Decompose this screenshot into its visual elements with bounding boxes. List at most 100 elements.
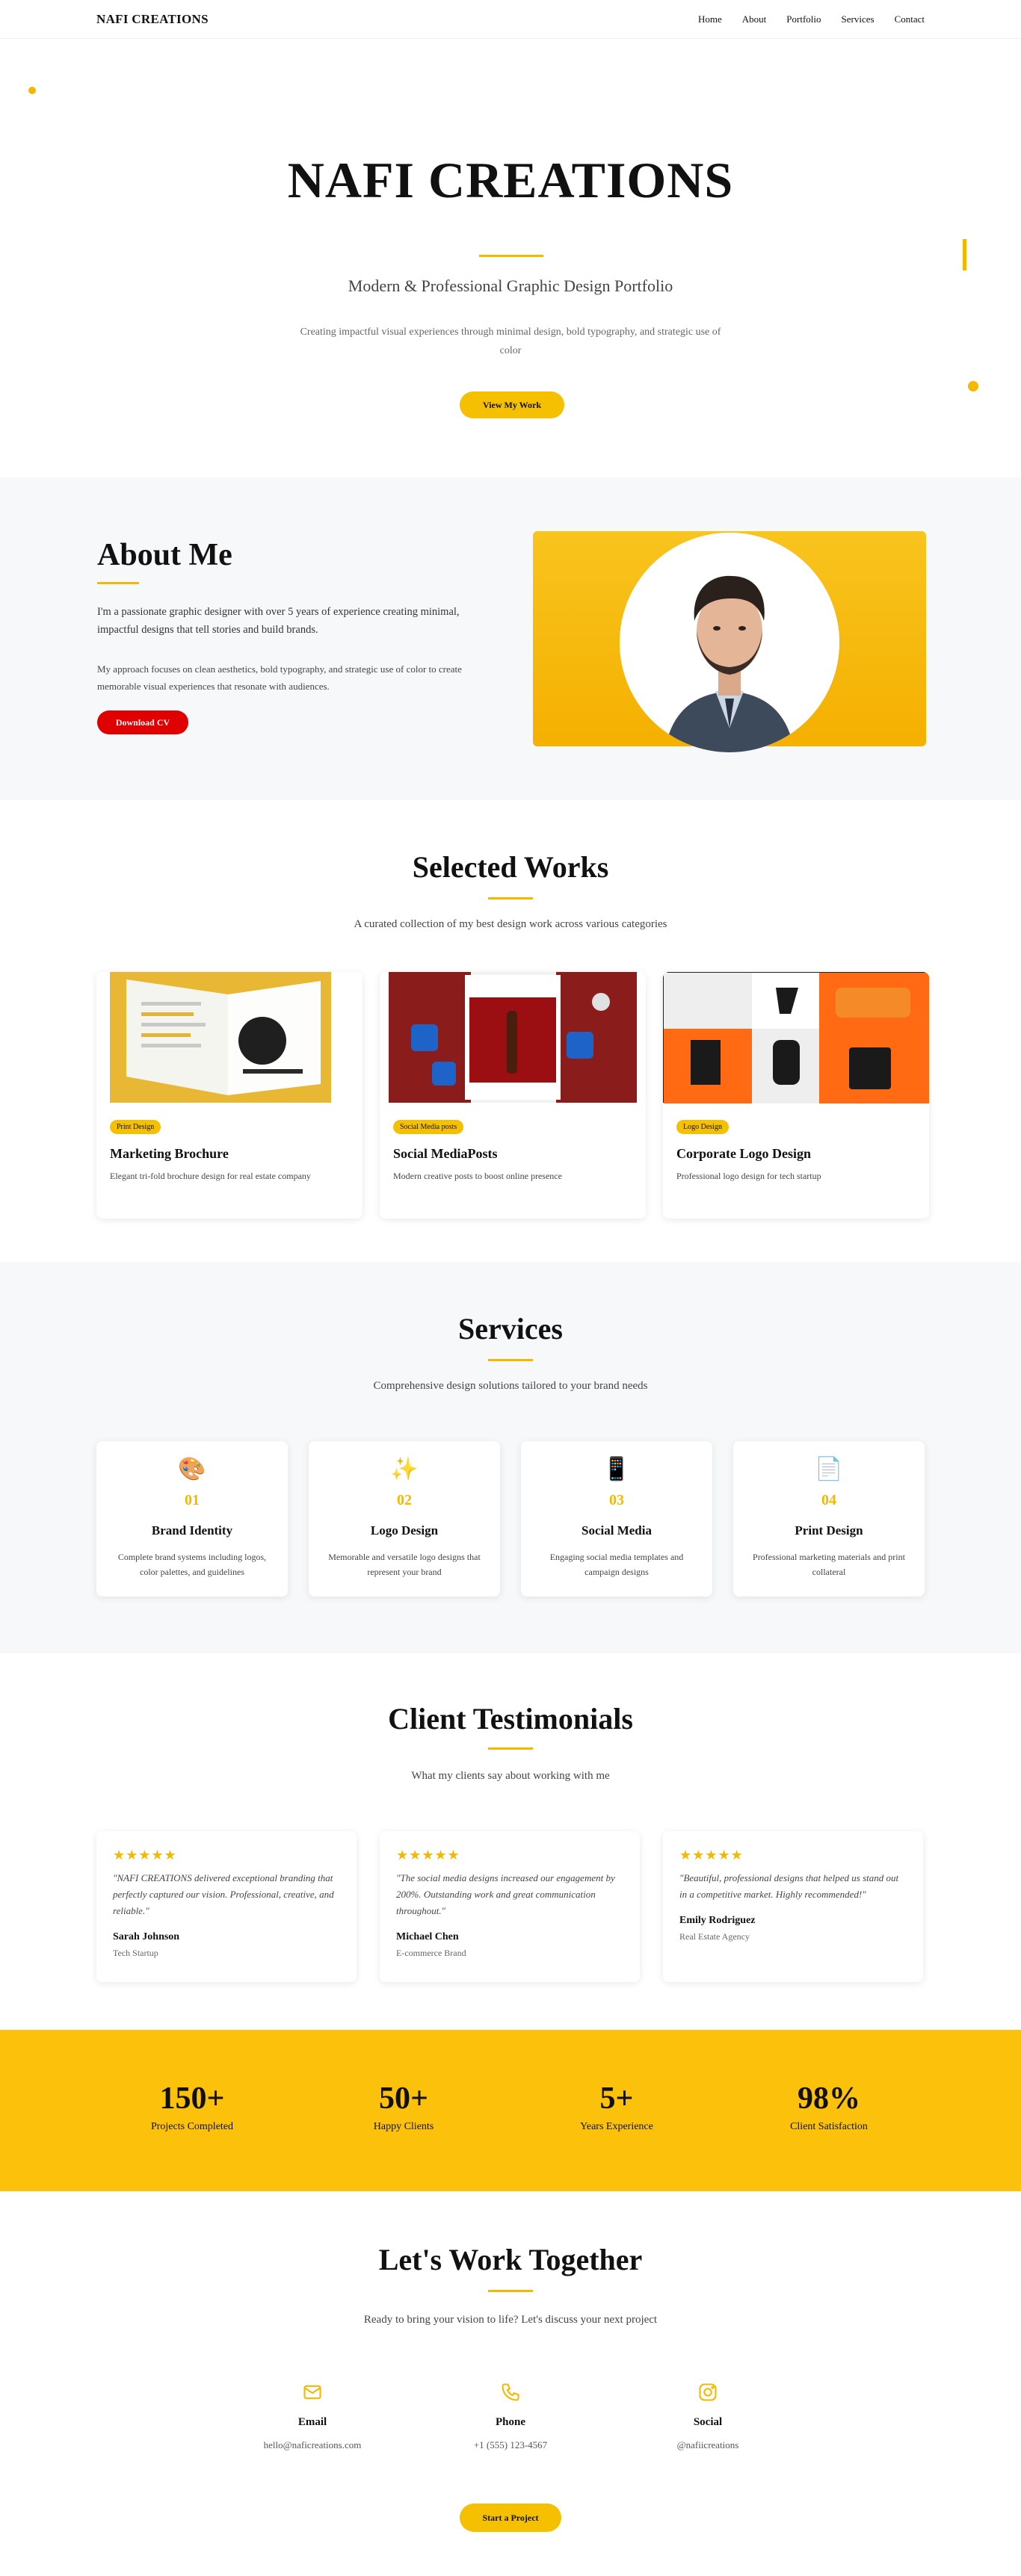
title-underline	[479, 255, 543, 257]
work-title: Corporate Logo Design	[676, 1146, 811, 1161]
section-title: Services	[458, 1312, 563, 1346]
testimonial-card: ★★★★★ "Beautiful, professional designs t…	[663, 1831, 923, 1982]
about-paragraph: My approach focuses on clean aesthetics,…	[97, 663, 462, 692]
profile-photo-card	[533, 531, 926, 752]
section-subtitle: A curated collection of my best design w…	[354, 918, 667, 930]
stats-section: 150+ Projects Completed 50+ Happy Client…	[0, 2030, 1021, 2191]
about-section: About Me I'm a passionate graphic design…	[0, 477, 1021, 800]
decor-dot	[968, 381, 978, 391]
services-section: Services Comprehensive design solutions …	[0, 1262, 1021, 1653]
about-title: About Me	[97, 538, 232, 572]
download-cv-button[interactable]: Download CV	[97, 710, 188, 734]
document-icon: 📄	[815, 1457, 843, 1481]
testimonial-card: ★★★★★ "The social media designs increase…	[380, 1831, 640, 1982]
contact-email[interactable]: Email hello@naficreations.com	[214, 2382, 411, 2451]
client-role: Tech Startup	[113, 1948, 158, 1958]
hero-title: NAFI CREATIONS	[287, 152, 734, 208]
work-description: Elegant tri-fold brochure design for rea…	[110, 1171, 311, 1181]
service-title: Social Media	[582, 1523, 652, 1538]
service-number: 03	[609, 1492, 624, 1508]
top-nav: NAFI CREATIONS Home About Portfolio Serv…	[0, 0, 1021, 39]
category-tag: Logo Design	[676, 1120, 729, 1134]
stat-number: 5+	[599, 2081, 634, 2116]
title-underline	[488, 1747, 533, 1750]
contact-social[interactable]: Social @nafiicreations	[609, 2382, 806, 2451]
service-title: Print Design	[795, 1523, 863, 1538]
view-my-work-button[interactable]: View My Work	[460, 391, 564, 418]
profile-photo	[620, 533, 839, 752]
stat-item: 98% Client Satisfaction	[724, 2081, 934, 2133]
stat-number: 50+	[379, 2081, 428, 2116]
testimonial-quote: "The social media designs increased our …	[396, 1872, 615, 1916]
service-card-print-design[interactable]: 📄 04 Print Design Professional marketing…	[733, 1441, 925, 1597]
section-title: Selected Works	[412, 850, 609, 884]
service-description: Memorable and versatile logo designs tha…	[328, 1552, 481, 1577]
testimonial-card: ★★★★★ "NAFI CREATIONS delivered exceptio…	[96, 1831, 357, 1982]
testimonial-quote: "Beautiful, professional designs that he…	[679, 1872, 899, 1900]
title-underline	[488, 1359, 533, 1361]
service-card-logo-design[interactable]: ✨ 02 Logo Design Memorable and versatile…	[309, 1441, 500, 1597]
hero-subtitle: Modern & Professional Graphic Design Por…	[348, 276, 673, 295]
work-title: Marketing Brochure	[110, 1146, 229, 1161]
stat-item: 50+ Happy Clients	[299, 2081, 508, 2133]
work-title: Social MediaPosts	[393, 1146, 498, 1161]
section-subtitle: Comprehensive design solutions tailored …	[373, 1380, 648, 1392]
decor-bar	[963, 239, 966, 270]
section-subtitle: Ready to bring your vision to life? Let'…	[363, 2314, 658, 2326]
service-title: Logo Design	[370, 1523, 439, 1538]
contact-value[interactable]: +1 (555) 123-4567	[412, 2439, 609, 2451]
mail-icon	[214, 2382, 411, 2404]
stat-item: 150+ Projects Completed	[87, 2081, 297, 2133]
service-number: 02	[397, 1492, 412, 1508]
contact-label: Phone	[495, 2416, 525, 2428]
phone-icon	[412, 2382, 609, 2404]
client-name: Emily Rodriguez	[679, 1915, 756, 1926]
nav-link-home[interactable]: Home	[698, 13, 722, 25]
contact-section: Let's Work Together Ready to bring your …	[0, 2191, 1021, 2576]
portfolio-card[interactable]: Social Media posts Social MediaPosts Mod…	[380, 972, 646, 1219]
service-card-social-media[interactable]: 📱 03 Social Media Engaging social media …	[521, 1441, 712, 1597]
service-description: Professional marketing materials and pri…	[753, 1552, 905, 1577]
nav-link-portfolio[interactable]: Portfolio	[786, 13, 821, 25]
client-name: Sarah Johnson	[113, 1931, 180, 1942]
section-title: Let's Work Together	[378, 2243, 643, 2276]
nav-link-about[interactable]: About	[742, 13, 767, 25]
service-title: Brand Identity	[151, 1523, 233, 1538]
work-description: Modern creative posts to boost online pr…	[393, 1171, 562, 1181]
star-rating: ★★★★★	[396, 1848, 460, 1863]
section-subtitle: What my clients say about working with m…	[411, 1770, 610, 1782]
contact-value[interactable]: @nafiicreations	[609, 2439, 806, 2451]
client-name: Michael Chen	[396, 1931, 459, 1942]
nav-link-services[interactable]: Services	[842, 13, 875, 25]
site-logo[interactable]: NAFI CREATIONS	[96, 12, 209, 27]
hero-description: Creating impactful visual experiences th…	[300, 326, 721, 356]
stat-item: 5+ Years Experience	[512, 2081, 721, 2133]
service-card-brand-identity[interactable]: 🎨 01 Brand Identity Complete brand syste…	[96, 1441, 288, 1597]
palette-icon: 🎨	[178, 1457, 206, 1481]
stat-number: 98%	[798, 2081, 860, 2116]
stat-label: Projects Completed	[150, 2121, 234, 2132]
sparkles-icon: ✨	[390, 1457, 419, 1481]
contact-label: Social	[693, 2416, 723, 2428]
hero-section: NAFI CREATIONS Modern & Professional Gra…	[0, 39, 1021, 477]
title-underline	[488, 897, 533, 900]
service-number: 01	[185, 1492, 200, 1508]
portfolio-card[interactable]: Print Design Marketing Brochure Elegant …	[96, 972, 363, 1219]
testimonial-quote: "NAFI CREATIONS delivered exceptional br…	[113, 1872, 334, 1916]
contact-phone[interactable]: Phone +1 (555) 123-4567	[412, 2382, 609, 2451]
contact-value[interactable]: hello@naficreations.com	[214, 2439, 411, 2451]
stat-label: Client Satisfaction	[790, 2121, 868, 2132]
client-role: Real Estate Agency	[679, 1931, 750, 1942]
nav-link-contact[interactable]: Contact	[895, 13, 925, 25]
service-number: 04	[821, 1492, 836, 1508]
about-paragraph: I'm a passionate graphic designer with o…	[97, 606, 460, 636]
start-project-button[interactable]: Start a Project	[460, 2504, 561, 2532]
service-description: Complete brand systems including logos, …	[117, 1552, 267, 1577]
brochure-image	[96, 972, 363, 1103]
category-tag: Social Media posts	[393, 1120, 464, 1134]
logo-design-image	[663, 972, 929, 1103]
service-description: Engaging social media templates and camp…	[549, 1552, 684, 1577]
portfolio-card[interactable]: Logo Design Corporate Logo Design Profes…	[663, 972, 929, 1219]
social-posts-image	[380, 972, 646, 1103]
testimonials-section: Client Testimonials What my clients say …	[0, 1653, 1021, 2030]
